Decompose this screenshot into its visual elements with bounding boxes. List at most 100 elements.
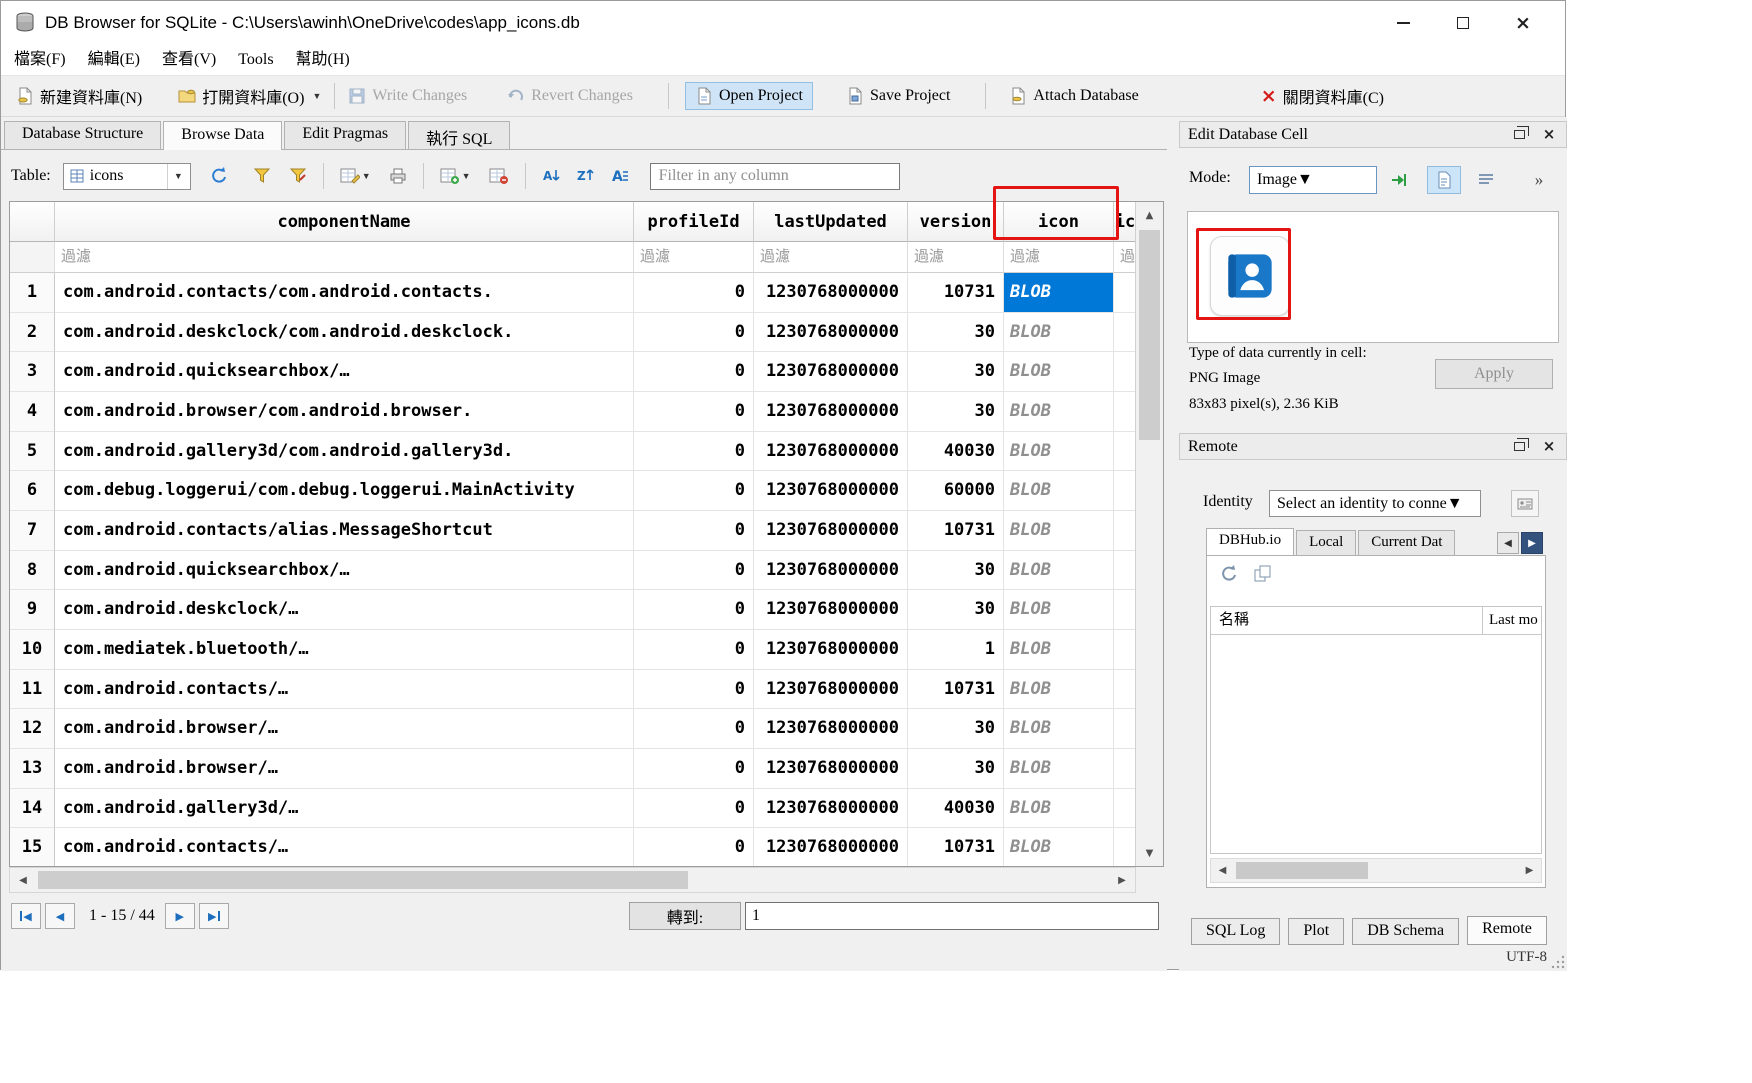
cell-lastUpdated[interactable]: 1230768000000 (754, 551, 908, 591)
cell-profileId[interactable]: 0 (634, 670, 754, 710)
scroll-right-icon[interactable]: ▶ (1518, 859, 1541, 882)
tab-browse-data[interactable]: Browse Data (163, 121, 282, 150)
cell-lastUpdated[interactable]: 1230768000000 (754, 511, 908, 551)
cell-lastUpdated[interactable]: 1230768000000 (754, 471, 908, 511)
cell-partial[interactable] (1114, 313, 1135, 353)
table-row[interactable]: 8 com.android.quicksearchbox/… 0 1230768… (10, 551, 1135, 591)
filter-icon[interactable]: 過濾 (1004, 242, 1114, 273)
remote-tab-local[interactable]: Local (1296, 530, 1356, 556)
row-number[interactable]: 6 (10, 471, 55, 511)
cell-icon-blob[interactable]: BLOB (1004, 828, 1114, 866)
table-row[interactable]: 4 com.android.browser/com.android.browse… (10, 392, 1135, 432)
cell-partial[interactable] (1114, 273, 1135, 313)
cell-version[interactable]: 10731 (908, 828, 1004, 866)
goto-record-input[interactable] (745, 902, 1159, 930)
table-select[interactable]: icons ▼ (63, 163, 191, 190)
cell-partial[interactable] (1114, 749, 1135, 789)
close-database-button[interactable]: × 關閉資料庫(C) (1254, 79, 1391, 113)
cell-profileId[interactable]: 0 (634, 630, 754, 670)
row-number[interactable]: 12 (10, 709, 55, 749)
cell-componentName[interactable]: com.android.gallery3d/… (55, 789, 634, 829)
filter-componentName[interactable]: 過濾 (55, 242, 634, 273)
panel-overflow-button[interactable]: » (1527, 166, 1551, 194)
row-number[interactable]: 2 (10, 313, 55, 353)
cell-version[interactable]: 40030 (908, 789, 1004, 829)
cell-profileId[interactable]: 0 (634, 273, 754, 313)
cell-icon-blob[interactable]: BLOB (1004, 670, 1114, 710)
insert-record-button[interactable]: ▼ (440, 167, 471, 185)
cell-lastUpdated[interactable]: 1230768000000 (754, 313, 908, 353)
menu-help[interactable]: 幫助(H) (285, 45, 361, 75)
cell-icon-blob[interactable]: BLOB (1004, 471, 1114, 511)
close-button[interactable]: × (1493, 1, 1553, 45)
cell-componentName[interactable]: com.android.deskclock/com.android.deskcl… (55, 313, 634, 353)
cell-partial[interactable] (1114, 471, 1135, 511)
cell-icon-blob[interactable]: BLOB (1004, 511, 1114, 551)
prev-page-button[interactable]: ◀ (45, 903, 75, 929)
cell-lastUpdated[interactable]: 1230768000000 (754, 273, 908, 313)
cell-profileId[interactable]: 0 (634, 590, 754, 630)
cell-partial[interactable] (1114, 709, 1135, 749)
cell-profileId[interactable]: 0 (634, 709, 754, 749)
remote-refresh-button[interactable] (1219, 564, 1241, 586)
scroll-up-icon[interactable]: ▲ (1136, 202, 1163, 228)
cell-version[interactable]: 30 (908, 749, 1004, 789)
column-header-partial[interactable]: ic (1114, 202, 1135, 242)
dock-tab-plot[interactable]: Plot (1288, 918, 1344, 945)
cell-lastUpdated[interactable]: 1230768000000 (754, 352, 908, 392)
write-changes-button[interactable]: Write Changes (341, 82, 474, 110)
cell-icon-blob[interactable]: BLOB (1004, 630, 1114, 670)
cell-profileId[interactable]: 0 (634, 511, 754, 551)
import-identity-button[interactable] (1511, 490, 1539, 517)
table-row[interactable]: 7 com.android.contacts/alias.MessageShor… (10, 511, 1135, 551)
remote-scroll-thumb[interactable] (1236, 862, 1368, 879)
refresh-button[interactable] (209, 166, 229, 186)
cell-lastUpdated[interactable]: 1230768000000 (754, 749, 908, 789)
grid-horizontal-scrollbar[interactable]: ◀ ▶ (9, 867, 1136, 893)
row-number[interactable]: 5 (10, 432, 55, 472)
cell-lastUpdated[interactable]: 1230768000000 (754, 630, 908, 670)
cell-componentName[interactable]: com.android.contacts/com.android.contact… (55, 273, 634, 313)
cell-version[interactable]: 1 (908, 630, 1004, 670)
identity-select[interactable]: Select an identity to conne ▼ (1269, 490, 1481, 517)
cell-profileId[interactable]: 0 (634, 432, 754, 472)
cell-version[interactable]: 40030 (908, 432, 1004, 472)
undock-panel-button[interactable] (1510, 126, 1528, 144)
cell-icon-blob[interactable]: BLOB (1004, 273, 1114, 313)
cell-lastUpdated[interactable]: 1230768000000 (754, 392, 908, 432)
cell-partial[interactable] (1114, 511, 1135, 551)
cell-componentName[interactable]: com.android.contacts/alias.MessageShortc… (55, 511, 634, 551)
remote-horizontal-scrollbar[interactable]: ◀ ▶ (1210, 858, 1542, 883)
row-number[interactable]: 15 (10, 828, 55, 866)
row-number[interactable]: 4 (10, 392, 55, 432)
cell-version[interactable]: 30 (908, 709, 1004, 749)
remote-clone-button[interactable] (1253, 564, 1275, 586)
cell-profileId[interactable]: 0 (634, 828, 754, 866)
cell-profileId[interactable]: 0 (634, 392, 754, 432)
table-row[interactable]: 11 com.android.contacts/… 0 123076800000… (10, 670, 1135, 710)
cell-componentName[interactable]: com.android.browser/… (55, 749, 634, 789)
row-number[interactable]: 7 (10, 511, 55, 551)
word-wrap-button[interactable] (1471, 166, 1501, 194)
cell-profileId[interactable]: 0 (634, 749, 754, 789)
cell-componentName[interactable]: com.android.deskclock/… (55, 590, 634, 630)
menu-view[interactable]: 查看(V) (151, 45, 227, 75)
sort-desc-button[interactable]: Z (576, 167, 596, 185)
cell-icon-blob[interactable]: BLOB (1004, 590, 1114, 630)
apply-button[interactable]: Apply (1435, 359, 1553, 389)
cell-version[interactable]: 10731 (908, 511, 1004, 551)
edit-table-button[interactable]: ▼ (340, 167, 371, 185)
remote-list-column-name[interactable]: 名稱 (1211, 607, 1483, 634)
cell-partial[interactable] (1114, 590, 1135, 630)
scroll-left-icon[interactable]: ◀ (10, 868, 36, 892)
cell-lastUpdated[interactable]: 1230768000000 (754, 709, 908, 749)
column-header-version[interactable]: version (908, 202, 1004, 242)
cell-partial[interactable] (1114, 551, 1135, 591)
tab-scroll-right-icon[interactable]: ▶ (1521, 532, 1543, 554)
save-project-button[interactable]: Save Project (839, 82, 957, 110)
cell-componentName[interactable]: com.android.gallery3d/com.android.galler… (55, 432, 634, 472)
cell-icon-blob[interactable]: BLOB (1004, 789, 1114, 829)
print-button[interactable] (389, 167, 407, 185)
cell-version[interactable]: 30 (908, 551, 1004, 591)
cell-lastUpdated[interactable]: 1230768000000 (754, 590, 908, 630)
